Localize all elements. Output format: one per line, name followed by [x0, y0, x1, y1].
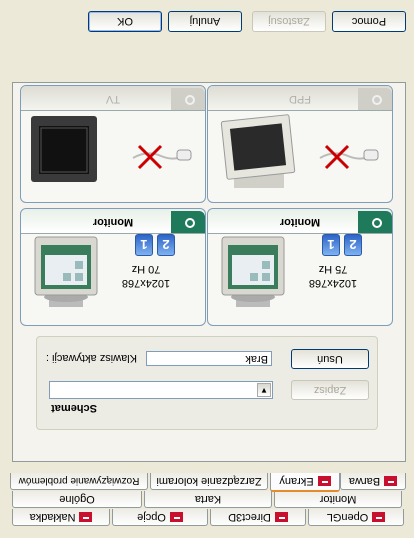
delete-scheme-button[interactable]: Usuń [291, 349, 369, 369]
refresh-text: 75 Hz [318, 263, 348, 275]
nvidia-icon [274, 512, 288, 522]
tab-nakladka[interactable]: Nakładka [12, 509, 110, 526]
save-scheme-button[interactable]: Zapisz [291, 380, 369, 400]
ok-button[interactable]: OK [88, 11, 162, 32]
ekrany-panel: Schemat ▼ Zapisz Usuń Brak Klawisz aktyw… [12, 82, 406, 462]
tab-opcje[interactable]: Opcje [112, 509, 208, 526]
scheme-label: Schemat [51, 402, 97, 414]
display-1-badge[interactable]: 1 [322, 234, 340, 256]
display-bar: Monitor [208, 209, 392, 234]
tab-zarzadzanie-kolorami[interactable]: Zarządzanie kolorami [150, 473, 268, 490]
display-tile-tv[interactable]: TV [20, 85, 206, 203]
tab-karta[interactable]: Karta [144, 491, 272, 508]
tv-icon [25, 110, 101, 188]
disconnected-cable-icon [115, 136, 195, 176]
display-bar: TV [21, 86, 205, 111]
display-tile-monitor-1[interactable]: Monitor 1024x768 75 Hz 2 1 [207, 208, 393, 326]
tab-direct3d[interactable]: Direct3D [210, 509, 306, 526]
nvidia-icon [79, 512, 93, 522]
apply-button[interactable]: Zastosuj [252, 11, 326, 32]
help-button[interactable]: Pomoc [332, 11, 406, 32]
cancel-button[interactable]: Anuluj [168, 11, 242, 32]
display-tile-fpd[interactable]: FPD [207, 85, 393, 203]
tab-opengl[interactable]: OpenGL [308, 509, 404, 526]
display-bar: Monitor [21, 209, 205, 234]
display-2-badge[interactable]: 2 [344, 234, 362, 256]
hotkey-group: Schemat ▼ Zapisz Usuń Brak Klawisz aktyw… [36, 336, 378, 430]
tab-ekrany[interactable]: Ekrany [270, 473, 340, 492]
tab-barwa[interactable]: Barwa [340, 473, 406, 490]
nvidia-icon [317, 476, 331, 487]
resolution-text: 1024x768 [308, 277, 358, 289]
display-2-badge[interactable]: 2 [157, 234, 175, 256]
hotkey-input[interactable]: Brak [146, 351, 272, 366]
tab-rozwiazywanie-problemow[interactable]: Rozwiązywanie problemów [10, 473, 148, 490]
display-bar: FPD [208, 86, 392, 111]
chevron-down-icon[interactable]: ▼ [257, 383, 271, 397]
hotkey-label: Klawisz aktywacji : [45, 352, 137, 364]
monitor-icon [218, 235, 288, 307]
monitor-icon [31, 235, 101, 307]
refresh-text: 70 Hz [131, 263, 161, 275]
disconnected-cable-icon [302, 136, 382, 176]
tab-monitor[interactable]: Monitor [274, 491, 402, 508]
nvidia-icon [384, 476, 398, 486]
nvidia-icon [169, 512, 183, 522]
display-1-badge[interactable]: 1 [135, 234, 153, 256]
display-tile-monitor-2[interactable]: Monitor 1024x768 70 Hz 2 1 [20, 208, 206, 326]
display-properties-dialog: OpenGL Direct3D Opcje Nakładka Monitor K… [0, 0, 414, 538]
scheme-select[interactable]: ▼ [49, 381, 273, 399]
nvidia-icon [372, 512, 386, 522]
tab-ogolne[interactable]: Ogólne [12, 491, 142, 508]
resolution-text: 1024x768 [121, 277, 171, 289]
flat-panel-icon [216, 110, 296, 190]
